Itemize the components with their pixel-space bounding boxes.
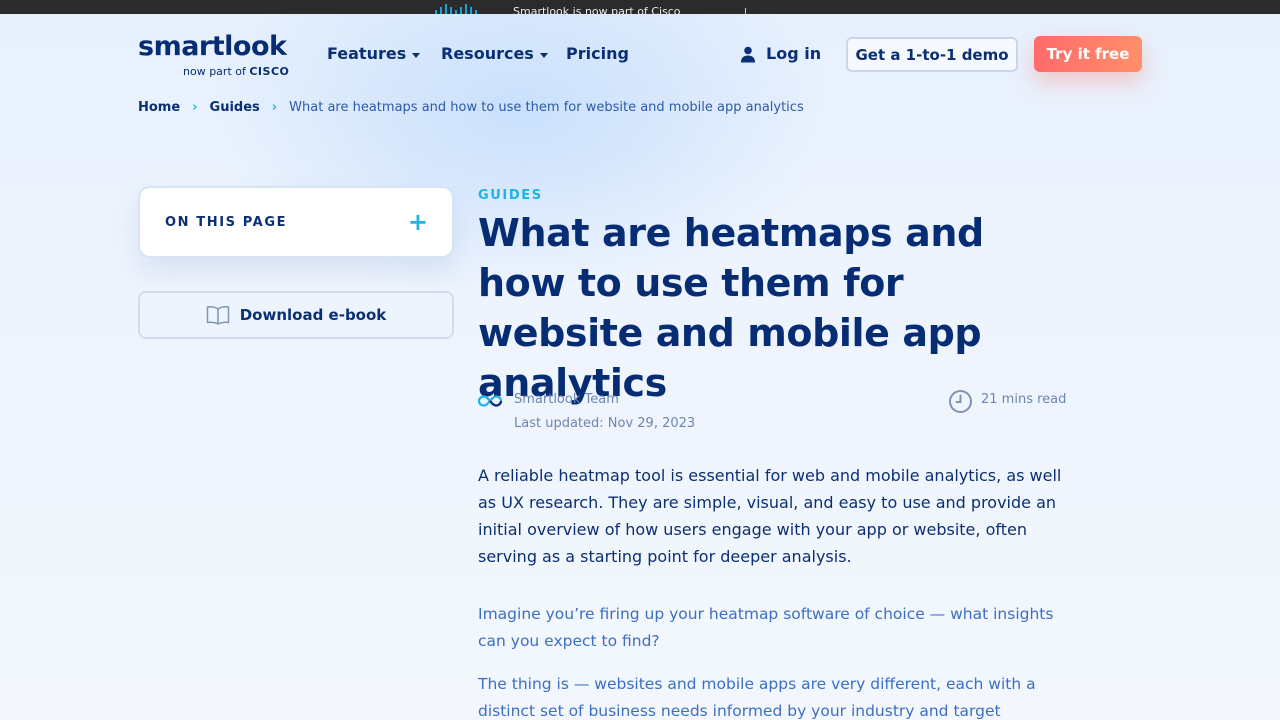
plus-icon: +	[407, 208, 428, 236]
announcement-divider	[745, 8, 746, 14]
article-lead: A reliable heatmap tool is essential for…	[478, 466, 1062, 566]
login-label: Log in	[766, 44, 822, 63]
logo-tagline: now part of CISCO	[183, 65, 290, 78]
on-this-page-toggle[interactable]: ON THIS PAGE +	[138, 186, 454, 258]
breadcrumb-current: What are heatmaps and how to use them fo…	[289, 100, 804, 115]
breadcrumb-guides[interactable]: Guides	[210, 100, 260, 116]
chevron-right-icon: ›	[192, 100, 198, 115]
smartlook-infinity-icon	[478, 395, 502, 407]
download-ebook-button[interactable]: Download e-book	[138, 291, 454, 339]
nav-features-label: Features	[327, 44, 407, 63]
toc-label: ON THIS PAGE	[165, 214, 288, 230]
get-demo-button[interactable]: Get a 1-to-1 demo	[846, 37, 1018, 72]
chevron-down-icon	[539, 52, 548, 58]
page-title: What are heatmaps and how to use them fo…	[478, 211, 984, 405]
nav-features[interactable]: Features	[327, 44, 421, 64]
breadcrumb-home[interactable]: Home	[138, 100, 180, 116]
clock-icon	[949, 390, 972, 413]
article-category[interactable]: GUIDES	[478, 188, 543, 203]
smartlook-logo[interactable]: smartlook now part of CISCO	[138, 33, 290, 81]
ebook-label: Download e-book	[239, 306, 387, 324]
nav-pricing[interactable]: Pricing	[566, 44, 629, 64]
last-updated: Last updated: Nov 29, 2023	[514, 416, 696, 431]
nav-pricing-label: Pricing	[566, 44, 629, 63]
chevron-down-icon	[412, 52, 421, 58]
login-link[interactable]: Log in	[740, 44, 821, 64]
try-free-button[interactable]: Try it free	[1034, 36, 1142, 72]
nav-resources[interactable]: Resources	[441, 44, 548, 64]
chevron-right-icon: ›	[271, 100, 278, 115]
breadcrumb: Home › Guides › What are heatmaps and ho…	[138, 100, 804, 116]
user-icon	[741, 46, 755, 62]
nav-resources-label: Resources	[441, 44, 534, 63]
read-time: 21 mins read	[981, 392, 1067, 407]
article-paragraph: Imagine you’re firing up your heatmap so…	[478, 605, 1054, 650]
announcement-bar[interactable]: Smartlook is now part of Cisco	[0, 0, 1280, 14]
cisco-logo-icon	[435, 4, 477, 14]
author-name[interactable]: Smartlook Team	[514, 392, 619, 408]
logo-wordmark: smartlook	[138, 31, 287, 62]
announcement-text[interactable]: Smartlook is now part of Cisco	[513, 6, 681, 15]
article-paragraph: The thing is — websites and mobile apps …	[478, 675, 1036, 720]
book-icon	[206, 306, 229, 325]
